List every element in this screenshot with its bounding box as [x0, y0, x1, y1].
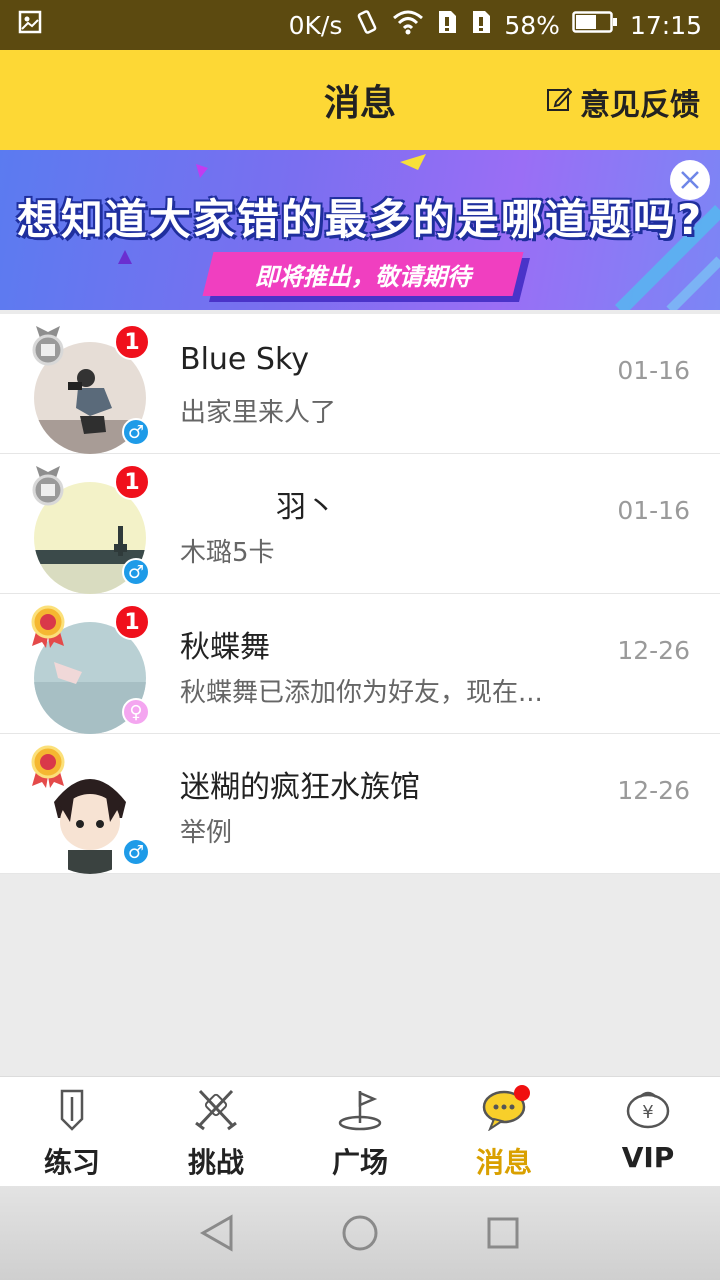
edit-icon	[546, 85, 573, 120]
conversation-item[interactable]: 1 ♀ 秋蝶舞 秋蝶舞已添加你为好友，现在... 12-26	[0, 594, 720, 734]
message-date: 12-26	[617, 636, 690, 665]
yen-coin-icon: ¥	[626, 1091, 670, 1129]
message-date: 12-26	[617, 776, 690, 805]
crossed-swords-icon	[195, 1089, 237, 1131]
vibrate-icon	[354, 9, 380, 41]
unread-badge: 1	[114, 464, 150, 500]
page-title: 消息	[323, 83, 396, 124]
male-icon: ♂	[122, 838, 150, 866]
close-icon	[681, 171, 699, 189]
pencil-icon	[60, 1089, 84, 1131]
system-nav-bar	[0, 1186, 720, 1280]
battery-percent: 58%	[504, 10, 560, 40]
clock: 17:15	[629, 10, 702, 40]
promo-banner[interactable]: 想知道大家错的最多的是哪道题吗? 即将推出，敬请期待	[0, 150, 720, 310]
last-message: 举例	[180, 818, 233, 848]
tab-challenge[interactable]: 挑战	[144, 1077, 288, 1186]
back-button[interactable]	[199, 1213, 235, 1253]
notification-dot	[514, 1085, 530, 1101]
tab-label: 广场	[331, 1146, 388, 1179]
banner-close-button[interactable]	[670, 160, 710, 200]
status-bar: 0K/s 58% 17:15	[0, 0, 720, 50]
confetti-icon	[118, 250, 132, 264]
tab-label: 挑战	[187, 1146, 244, 1179]
gold-medal-icon	[28, 604, 68, 648]
contact-name: Blue Sky	[180, 342, 310, 377]
feedback-button[interactable]: 意见反馈	[546, 80, 700, 124]
silver-medal-icon	[28, 324, 68, 368]
gallery-notification-icon	[18, 10, 42, 40]
title-bar: 消息 意见反馈	[0, 50, 720, 150]
banner-subline: 即将推出，敬请期待	[202, 252, 524, 296]
unread-badge: 1	[114, 324, 150, 360]
battery-icon	[572, 10, 618, 40]
conversation-item[interactable]: 1 ♂ 羽丶 木璐5卡 01-16	[0, 454, 720, 594]
feedback-label: 意见反馈	[580, 88, 700, 123]
last-message: 木璐5卡	[180, 538, 275, 568]
paper-plane-icon	[400, 154, 426, 170]
tab-practice[interactable]: 练习	[0, 1077, 144, 1186]
recents-button[interactable]	[485, 1215, 521, 1251]
tab-label: 消息	[475, 1146, 532, 1179]
golf-flag-icon	[338, 1091, 382, 1131]
unread-badge: 1	[114, 604, 150, 640]
conversation-list: 1 ♂ Blue Sky 出家里来人了 01-16 1 ♂ 羽丶 木璐5卡 01…	[0, 314, 720, 874]
male-icon: ♂	[122, 558, 150, 586]
confetti-icon	[196, 164, 208, 178]
tab-label: 练习	[43, 1146, 100, 1179]
tab-messages[interactable]: 消息	[432, 1077, 576, 1186]
tab-label: VIP	[621, 1141, 675, 1174]
silver-medal-icon	[28, 464, 68, 508]
sim2-icon	[470, 9, 492, 41]
svg-text:¥: ¥	[642, 1102, 653, 1123]
last-message: 秋蝶舞已添加你为好友，现在...	[180, 678, 543, 708]
tab-square[interactable]: 广场	[288, 1077, 432, 1186]
male-icon: ♂	[122, 418, 150, 446]
gold-medal-icon	[28, 744, 68, 788]
contact-name: 秋蝶舞	[180, 630, 270, 665]
sim1-icon	[436, 9, 458, 41]
last-message: 出家里来人了	[180, 398, 337, 428]
contact-name: 迷糊的疯狂水族馆	[180, 770, 420, 805]
home-button[interactable]	[340, 1213, 380, 1253]
conversation-item[interactable]: 1 ♂ Blue Sky 出家里来人了 01-16	[0, 314, 720, 454]
bottom-nav: 练习 挑战 广场 消息 ¥ VIP	[0, 1076, 720, 1186]
conversation-item[interactable]: ♂ 迷糊的疯狂水族馆 举例 12-26	[0, 734, 720, 874]
wifi-icon	[392, 9, 424, 41]
female-icon: ♀	[122, 698, 150, 726]
contact-name: 羽丶	[276, 490, 336, 525]
tab-vip[interactable]: ¥ VIP	[576, 1077, 720, 1186]
message-date: 01-16	[617, 496, 690, 525]
banner-headline: 想知道大家错的最多的是哪道题吗?	[16, 195, 704, 244]
screen: 0K/s 58% 17:15 消息 意见反馈 想知道大家错的最多的是哪道题吗? …	[0, 0, 720, 1280]
network-speed: 0K/s	[288, 10, 343, 40]
message-date: 01-16	[617, 356, 690, 385]
